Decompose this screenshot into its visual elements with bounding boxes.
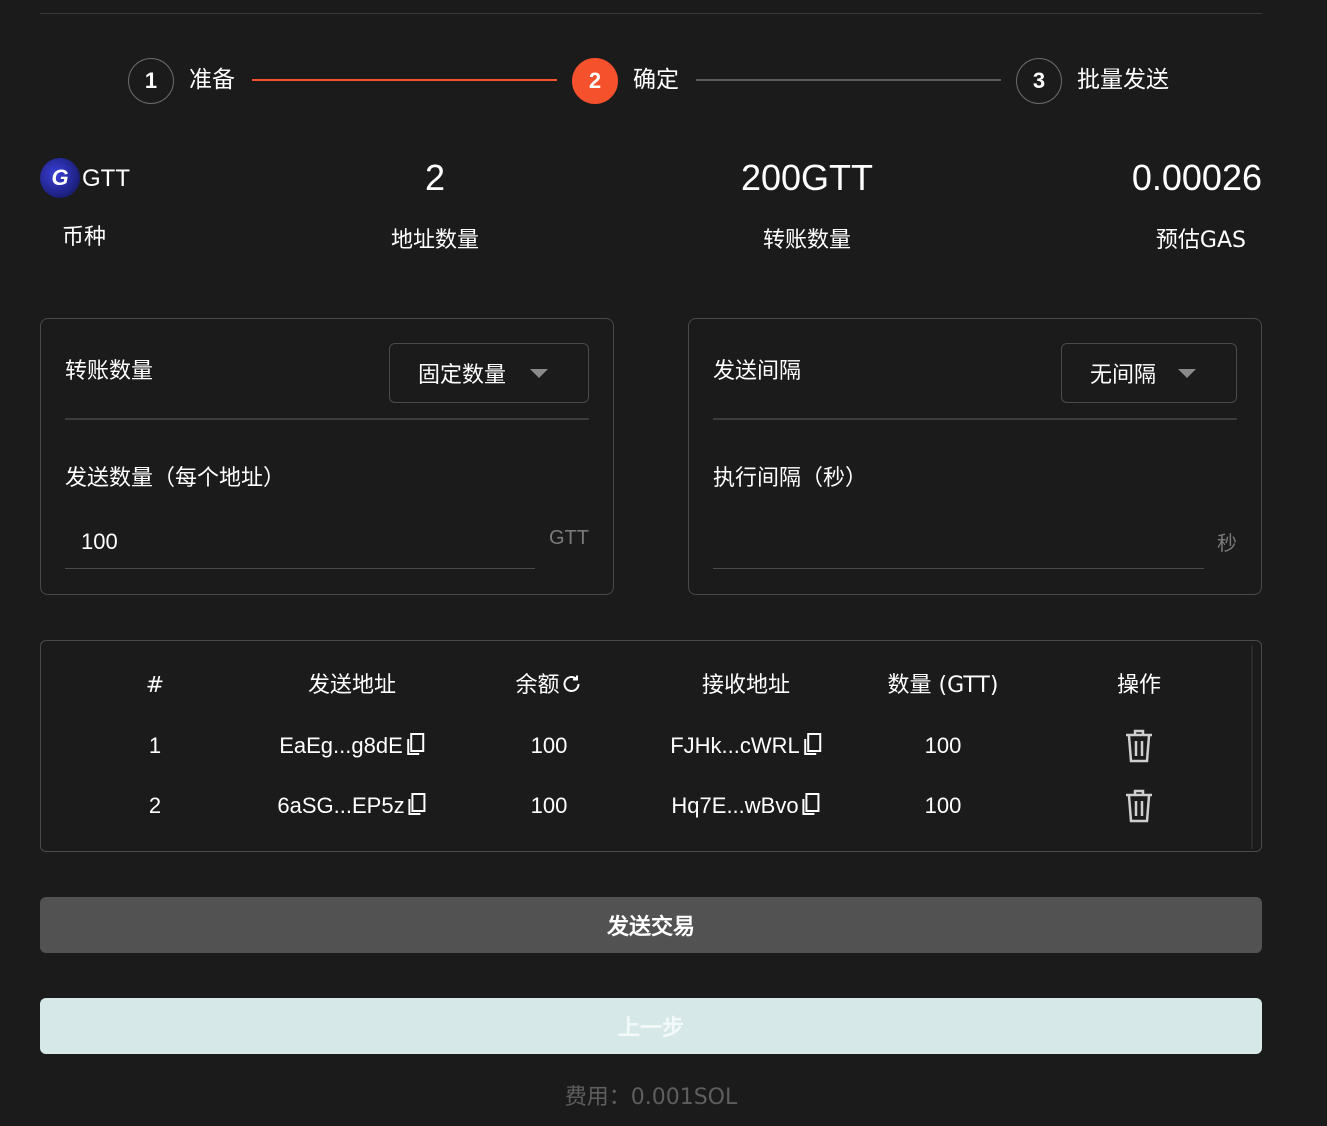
estimated-gas-label: 预估GAS <box>1155 228 1246 253</box>
interval-settings-panel: 发送间隔 无间隔 执行间隔（秒） 秒 <box>688 318 1262 595</box>
interval-label: 执行间隔（秒） <box>713 466 868 491</box>
amount-mode-select[interactable]: 固定数量 <box>389 343 589 403</box>
interval-input[interactable] <box>713 515 1204 569</box>
estimated-gas-value: 0.00026 <box>1131 157 1262 198</box>
row-2-balance: 100 <box>530 793 568 818</box>
copy-icon[interactable] <box>801 792 821 824</box>
header-action: 操作 <box>1116 673 1162 698</box>
token-name: GTT <box>82 165 130 192</box>
row-2-to: Hq7E...wBvo <box>671 791 820 824</box>
amount-panel-title: 转账数量 <box>65 359 154 384</box>
interval-mode-select[interactable]: 无间隔 <box>1061 343 1237 403</box>
copy-icon[interactable] <box>802 732 822 764</box>
send-amount-label: 发送数量（每个地址） <box>65 466 286 491</box>
row-1-amount: 100 <box>924 733 962 758</box>
interval-panel-title: 发送间隔 <box>713 359 802 384</box>
refresh-icon[interactable] <box>561 673 583 704</box>
step-1-indicator: 1 <box>128 58 174 104</box>
row-1-index: 1 <box>148 733 162 758</box>
amount-unit: GTT <box>549 527 589 549</box>
row-2-from: 6aSG...EP5z <box>277 791 426 824</box>
row-2-index: 2 <box>148 793 162 818</box>
table-scrollbar[interactable] <box>1251 645 1253 849</box>
divider <box>713 418 1237 420</box>
copy-icon[interactable] <box>407 792 427 824</box>
row-1-to-address: FJHk...cWRL <box>670 733 800 758</box>
header-balance: 余额 <box>515 671 582 704</box>
previous-step-button[interactable]: 上一步 <box>40 998 1262 1054</box>
token-logo-icon: G <box>40 158 80 198</box>
transfer-amount-label: 转账数量 <box>762 228 852 253</box>
header-to: 接收地址 <box>701 673 791 698</box>
divider <box>65 418 589 420</box>
transfer-amount-value: 200GTT <box>740 157 874 198</box>
header-balance-label: 余额 <box>515 673 560 698</box>
address-count-label: 地址数量 <box>390 228 480 253</box>
step-2-indicator: 2 <box>572 58 618 104</box>
delete-row-1-trash-icon[interactable] <box>1123 728 1155 768</box>
row-1-from-address: EaEg...g8dE <box>279 733 403 758</box>
send-amount-input[interactable] <box>65 515 535 569</box>
row-2-amount: 100 <box>924 793 962 818</box>
send-transaction-button[interactable]: 发送交易 <box>40 897 1262 953</box>
address-count-value: 2 <box>424 157 446 198</box>
token-label: 币种 <box>62 225 107 250</box>
delete-row-2-trash-icon[interactable] <box>1123 788 1155 828</box>
step-1-label: 准备 <box>189 67 235 93</box>
step-1-connector <box>252 79 557 81</box>
copy-icon[interactable] <box>405 732 425 764</box>
transfer-table: # 发送地址 余额 接收地址 数量 (GTT) 操作 1 EaEg...g8dE… <box>40 640 1262 852</box>
interval-unit: 秒 <box>1217 533 1237 555</box>
row-1-from: EaEg...g8dE <box>279 731 425 764</box>
header-from: 发送地址 <box>307 673 397 698</box>
step-3-indicator: 3 <box>1016 58 1062 104</box>
row-1-balance: 100 <box>530 733 568 758</box>
chevron-down-icon <box>1178 369 1196 378</box>
header-index: # <box>145 673 165 698</box>
header-amount: 数量 (GTT) <box>887 673 999 698</box>
interval-mode-value: 无间隔 <box>1090 363 1157 388</box>
chevron-down-icon <box>530 369 548 378</box>
step-3-label: 批量发送 <box>1077 67 1169 93</box>
row-2-to-address: Hq7E...wBvo <box>671 793 799 818</box>
row-1-to: FJHk...cWRL <box>670 731 822 764</box>
row-2-from-address: 6aSG...EP5z <box>277 793 405 818</box>
fee-text: 费用：0.001SOL <box>564 1085 738 1110</box>
amount-settings-panel: 转账数量 固定数量 发送数量（每个地址） GTT <box>40 318 614 595</box>
step-2-label: 确定 <box>633 67 679 93</box>
amount-mode-value: 固定数量 <box>418 363 507 388</box>
stepper: 1 准备 2 确定 3 批量发送 <box>0 0 1327 110</box>
step-2-connector <box>696 79 1001 81</box>
